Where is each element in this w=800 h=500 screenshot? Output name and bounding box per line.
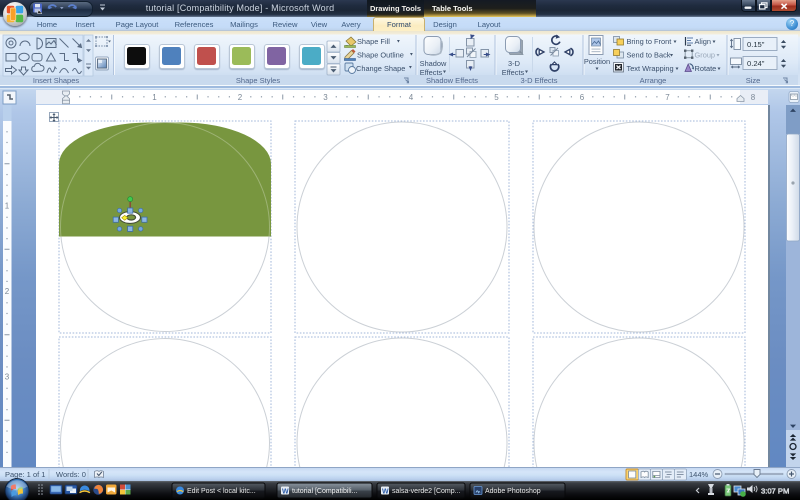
svg-text:Shadow Effects: Shadow Effects xyxy=(426,76,478,85)
svg-text:Shadow: Shadow xyxy=(420,59,447,68)
svg-text:8: 8 xyxy=(751,93,756,102)
svg-text:Arrange: Arrange xyxy=(640,76,667,85)
svg-text:3:07 PM: 3:07 PM xyxy=(761,487,789,496)
svg-text:salsa-verde2 [Comp...: salsa-verde2 [Comp... xyxy=(392,488,461,495)
svg-text:Text Wrapping: Text Wrapping xyxy=(627,64,674,73)
svg-text:2: 2 xyxy=(238,93,243,102)
svg-text:0.24": 0.24" xyxy=(747,59,765,68)
svg-text:3: 3 xyxy=(323,93,328,102)
svg-text:7: 7 xyxy=(665,93,670,102)
svg-text:3: 3 xyxy=(5,373,10,382)
svg-text:Group: Group xyxy=(695,51,716,60)
svg-text:W: W xyxy=(282,489,289,496)
svg-text:Effects: Effects xyxy=(420,68,443,77)
svg-text:Insert Shapes: Insert Shapes xyxy=(33,76,80,85)
svg-text:4: 4 xyxy=(409,93,414,102)
svg-text:2: 2 xyxy=(5,287,10,296)
svg-text:5: 5 xyxy=(494,93,499,102)
svg-text:Align: Align xyxy=(695,37,711,46)
svg-text:Effects: Effects xyxy=(502,68,525,77)
svg-text:0.15": 0.15" xyxy=(747,40,765,49)
svg-text:Size: Size xyxy=(746,76,761,85)
svg-text:Shape Styles: Shape Styles xyxy=(236,76,280,85)
svg-text:Send to Back: Send to Back xyxy=(627,51,671,60)
svg-text:Position: Position xyxy=(584,57,610,66)
svg-text:Rotate: Rotate xyxy=(695,64,717,73)
svg-text:3-D Effects: 3-D Effects xyxy=(521,76,558,85)
svg-text:Shape Fill: Shape Fill xyxy=(357,37,390,46)
svg-text:Edit Post < local kitc...: Edit Post < local kitc... xyxy=(187,488,256,495)
svg-text:tutorial [Compatibili...: tutorial [Compatibili... xyxy=(292,488,357,495)
svg-text:1: 1 xyxy=(152,93,157,102)
svg-text:Adobe Photoshop: Adobe Photoshop xyxy=(485,488,541,495)
svg-text:Shape Outline: Shape Outline xyxy=(357,51,404,60)
svg-text:Change Shape: Change Shape xyxy=(356,64,405,73)
svg-text:Bring to Front: Bring to Front xyxy=(627,37,672,46)
svg-text:1: 1 xyxy=(5,202,10,211)
svg-text:3-D: 3-D xyxy=(508,59,520,68)
svg-text:W: W xyxy=(382,489,389,496)
svg-text:6: 6 xyxy=(580,93,585,102)
